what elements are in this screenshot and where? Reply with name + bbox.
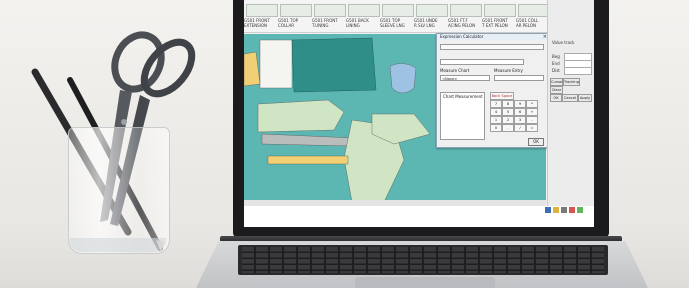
pattern-piece-yellow-left <box>244 51 261 87</box>
keypad-key[interactable]: 8 <box>502 100 514 108</box>
status-icon-3 <box>561 207 567 213</box>
tool-piece-2[interactable]: G501 FRONT T.UNING <box>312 0 346 32</box>
tool-label: G501 UNDE R SLV LNG <box>414 18 438 28</box>
panel-apply-button[interactable]: Apply <box>578 94 592 102</box>
keypad-key[interactable]: + <box>526 108 538 116</box>
keypad-key[interactable]: - <box>526 116 538 124</box>
bottom-bar <box>244 206 594 227</box>
laptop-screen: G501 FRONT EXTENSION G501 TOP COLLAR G50… <box>244 0 594 227</box>
tool-label: G501 TOP SLEEVE LNG <box>380 18 405 28</box>
dialog-title: Expression Calculator <box>437 34 549 40</box>
chart-measurement-label: Chart Measurement <box>443 94 483 99</box>
keypad-key[interactable]: 5 <box>502 108 514 116</box>
status-icon-2 <box>553 207 559 213</box>
tool-label: G501 FRONT T EXT PELON <box>482 18 508 28</box>
tool-piece-7[interactable]: G501 FRONT T EXT PELON <box>482 0 516 32</box>
glass-base <box>70 238 166 252</box>
tool-label: G501 TOP COLLAR <box>278 18 299 28</box>
pattern-piece-dark-large <box>291 37 377 93</box>
tool-piece-6[interactable]: G501 FT.F ACING PELON <box>448 0 482 32</box>
pattern-piece-white-panel <box>259 39 293 89</box>
clear-button[interactable]: Clear <box>550 86 563 94</box>
icon-strip <box>440 44 544 50</box>
keypad-key[interactable]: 7 <box>490 100 502 108</box>
pattern-piece-yellow-strip <box>267 155 349 165</box>
panel-cancel-button[interactable]: Cancel <box>562 94 578 102</box>
tool-piece-8[interactable]: G501 COLL AR PELON <box>516 0 550 32</box>
tool-piece-3[interactable]: G501 BACK LINING <box>346 0 380 32</box>
panel-ok-button[interactable]: OK <box>550 94 562 102</box>
tool-label: G501 FRONT EXTENSION <box>244 18 270 28</box>
keypad-key[interactable]: = <box>526 124 538 132</box>
tool-label: G501 FT.F ACING PELON <box>448 18 476 28</box>
pattern-piece-blue <box>389 63 417 94</box>
ok-button[interactable]: OK <box>528 138 544 146</box>
keypad-key[interactable]: 4 <box>490 108 502 116</box>
dist-label: Dist <box>552 68 560 73</box>
tool-piece-4[interactable]: G501 TOP SLEEVE LNG <box>380 0 414 32</box>
backspace-button[interactable]: Back Space <box>490 92 514 100</box>
keypad-key[interactable]: / <box>514 124 526 132</box>
measure-entry-field[interactable] <box>494 75 544 81</box>
piece-toolbar: G501 FRONT EXTENSION G501 TOP COLLAR G50… <box>244 0 562 33</box>
tool-label: G501 BACK LINING <box>346 18 369 28</box>
tracking-button[interactable]: Tracking <box>563 78 580 86</box>
measure-chart-select[interactable]: <None> <box>440 75 490 81</box>
glass-cup <box>68 127 170 254</box>
piece-thumbnail <box>450 4 482 17</box>
expression-calculator-dialog: Expression Calculator × Measure Chart Me… <box>436 33 550 148</box>
status-icon-4 <box>569 207 575 213</box>
measure-entry-label: Measure Entry <box>494 68 523 73</box>
pattern-piece-light-1 <box>257 99 345 133</box>
status-icon-1 <box>545 207 551 213</box>
value-track-panel: Value track Beg End Dist Cursor Tracking… <box>547 0 594 227</box>
dist-field[interactable] <box>564 67 592 75</box>
keypad-key[interactable]: * <box>526 100 538 108</box>
touchpad <box>355 277 495 288</box>
end-label: End <box>552 61 560 66</box>
photo-scene: G501 FRONT EXTENSION G501 TOP COLLAR G50… <box>0 0 689 288</box>
scissor-handle-left <box>111 31 165 93</box>
piece-thumbnail <box>314 4 346 17</box>
status-icon-5 <box>577 207 583 213</box>
tool-label: G501 FRONT T.UNING <box>312 18 338 28</box>
keyboard-keys <box>242 247 604 273</box>
keypad-key[interactable]: . <box>502 124 514 132</box>
piece-thumbnail <box>484 4 516 17</box>
keypad-key[interactable]: 1 <box>490 116 502 124</box>
measure-chart-label: Measure Chart <box>440 68 470 73</box>
expression-input[interactable] <box>440 59 524 65</box>
tool-piece-1[interactable]: G501 TOP COLLAR <box>278 0 312 32</box>
scissor-pivot <box>121 119 127 125</box>
piece-thumbnail <box>518 4 550 17</box>
chart-measurement-list[interactable]: Chart Measurement <box>440 92 485 140</box>
tool-piece-5[interactable]: G501 UNDE R SLV LNG <box>414 0 448 32</box>
piece-thumbnail <box>416 4 448 17</box>
status-icons <box>544 199 592 213</box>
piece-thumbnail <box>280 4 312 17</box>
scissor-handle-right <box>140 38 196 98</box>
piece-thumbnail <box>348 4 380 17</box>
panel-title: Value track <box>552 40 575 45</box>
keypad-key[interactable]: 0 <box>490 124 502 132</box>
beg-label: Beg <box>552 54 560 59</box>
piece-thumbnail <box>246 4 278 17</box>
pattern-piece-grey-strip <box>261 133 355 147</box>
piece-thumbnail <box>382 4 414 17</box>
cursor-button[interactable]: Cursor <box>550 78 563 86</box>
keypad-key[interactable]: 6 <box>514 108 526 116</box>
keypad-key[interactable]: 9 <box>514 100 526 108</box>
keypad-key[interactable]: 2 <box>502 116 514 124</box>
tool-piece-0[interactable]: G501 FRONT EXTENSION <box>244 0 278 32</box>
keypad-key[interactable]: 3 <box>514 116 526 124</box>
